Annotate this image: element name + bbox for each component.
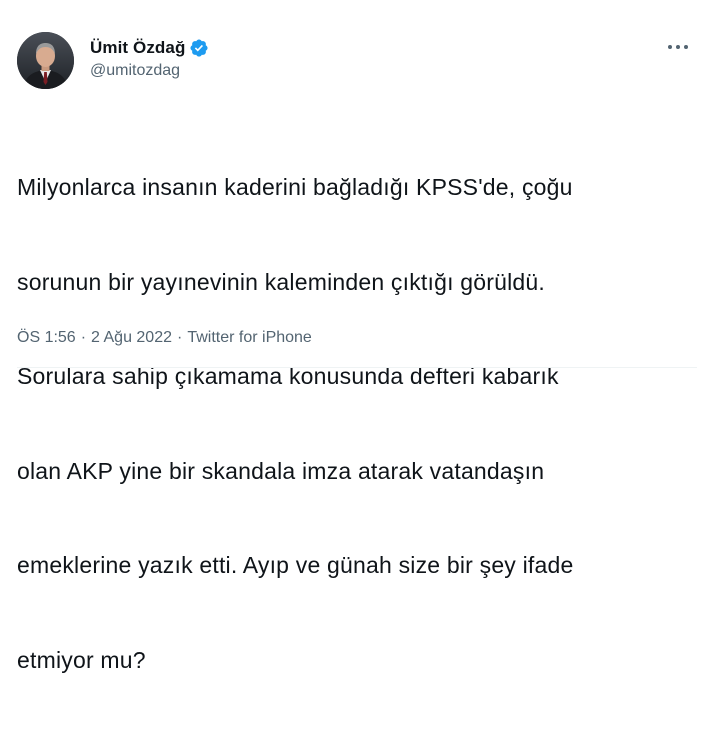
tweet-text: Milyonlarca insanın kaderini bağladığı K… (17, 109, 697, 739)
tweet-date[interactable]: 2 Ağu 2022 (91, 329, 172, 347)
meta-separator: · (80, 329, 87, 346)
author-name-row[interactable]: Ümit Özdağ (90, 37, 209, 59)
tweet-text-line: Milyonlarca insanın kaderini bağladığı K… (17, 174, 573, 200)
tweet-source[interactable]: Twitter for iPhone (187, 329, 312, 347)
author-name[interactable]: Ümit Özdağ (90, 38, 185, 58)
verified-badge-icon (189, 38, 209, 58)
author-handle[interactable]: @umitozdag (90, 62, 180, 80)
tweet-card: Ümit Özdağ @umitozdag Milyonlarca insanı… (0, 0, 714, 673)
tweet-text-line: etmiyor mu? (17, 646, 146, 673)
more-options-icon[interactable] (663, 36, 693, 58)
divider (17, 367, 697, 368)
tweet-text-line: emeklerine yazık etti. Ayıp ve günah siz… (17, 552, 574, 578)
tweet-meta: ÖS 1:56 · 2 Ağu 2022 · Twitter for iPhon… (17, 327, 312, 349)
avatar-image (17, 32, 74, 89)
avatar[interactable] (17, 32, 74, 89)
meta-separator: · (177, 329, 183, 346)
tweet-text-line: Sorulara sahip çıkamama konusunda defter… (17, 363, 559, 389)
tweet-time[interactable]: ÖS 1:56 (17, 329, 76, 347)
tweet-text-line: sorunun bir yayınevinin kaleminden çıktı… (17, 268, 545, 295)
tweet-text-line: olan AKP yine bir skandala imza atarak v… (17, 457, 545, 484)
